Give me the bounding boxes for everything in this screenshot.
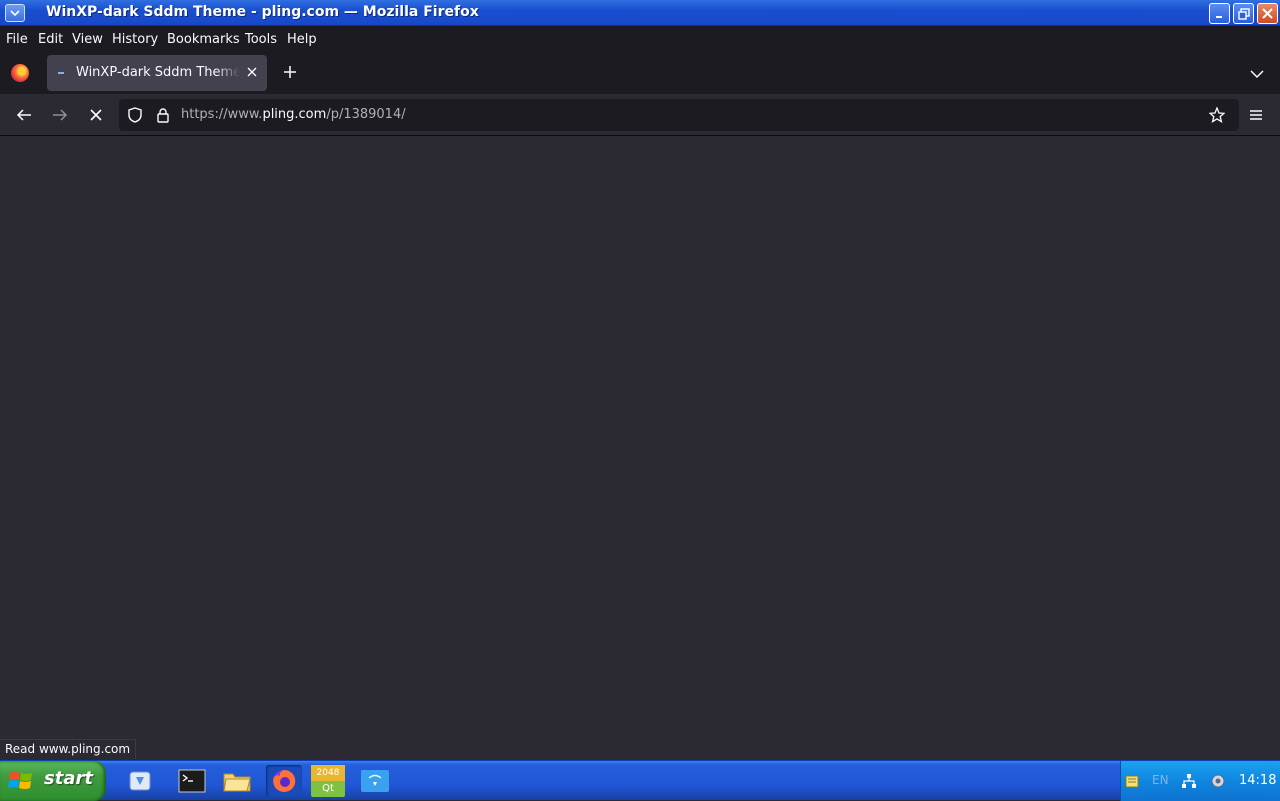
hamburger-icon <box>1250 110 1262 120</box>
menu-view[interactable]: View <box>72 32 103 47</box>
2048-qt-top-text: 2048 <box>311 765 345 781</box>
notes-icon <box>1125 775 1139 788</box>
start-button[interactable]: start <box>0 761 106 801</box>
taskbar-folder[interactable] <box>219 765 255 797</box>
url-path: /p/1389014/ <box>326 107 406 122</box>
firefox-icon <box>273 769 296 792</box>
app-menu-button[interactable] <box>1244 103 1268 127</box>
taskbar-2048-qt[interactable]: 2048 Qt <box>311 765 345 797</box>
tray-volume-button[interactable] <box>1209 772 1227 790</box>
clock[interactable]: 14:18 <box>1239 773 1276 788</box>
chevron-down-icon <box>10 10 20 17</box>
menu-file[interactable]: File <box>6 32 28 47</box>
chevron-down-icon <box>1250 70 1264 79</box>
menu-edit[interactable]: Edit <box>38 32 63 47</box>
close-icon <box>247 67 257 77</box>
minimize-button[interactable] <box>1209 3 1230 24</box>
close-icon <box>1262 8 1273 19</box>
tab-label: WinXP-dark Sddm Theme - pling.com <box>76 65 240 80</box>
menu-bar: File Edit View History Bookmarks Tools H… <box>0 26 1280 52</box>
volume-icon <box>1211 774 1225 788</box>
taskbar: start 2048 Qt EN 14:18 <box>0 760 1280 801</box>
menu-history[interactable]: History <box>112 32 158 47</box>
terminal-icon <box>178 769 206 793</box>
minimize-icon <box>1215 15 1222 18</box>
back-button[interactable] <box>12 103 36 127</box>
navigation-toolbar: https://www.pling.com/p/1389014/ <box>0 94 1280 136</box>
menu-help[interactable]: Help <box>287 32 317 47</box>
tab-active[interactable]: WinXP-dark Sddm Theme - pling.com <box>47 55 267 91</box>
close-button[interactable] <box>1257 3 1278 24</box>
tracking-protection-button[interactable] <box>127 107 143 123</box>
tab-close-button[interactable] <box>243 63 261 81</box>
taskbar-firefox[interactable] <box>266 765 302 797</box>
network-icon <box>1182 774 1196 788</box>
keyboard-layout-indicator[interactable]: EN <box>1152 773 1169 787</box>
url-prefix: https://www. <box>181 107 263 122</box>
restore-icon <box>1237 7 1250 20</box>
firefox-view-icon[interactable] <box>11 64 29 82</box>
site-security-button[interactable] <box>155 107 171 123</box>
2048-qt-bottom-text: Qt <box>322 783 334 794</box>
url-text[interactable]: https://www.pling.com/p/1389014/ <box>181 107 406 122</box>
stop-button[interactable] <box>84 103 108 127</box>
tab-favicon-icon <box>58 72 64 74</box>
tray-notes-button[interactable] <box>1123 772 1141 790</box>
forward-button[interactable] <box>48 103 72 127</box>
taskbar-remote-app[interactable] <box>357 765 393 797</box>
tray-network-button[interactable] <box>1180 772 1198 790</box>
url-bar[interactable]: https://www.pling.com/p/1389014/ <box>119 99 1239 131</box>
page-content[interactable] <box>0 137 1280 760</box>
lock-icon <box>157 107 169 123</box>
shield-icon <box>128 107 142 123</box>
new-tab-button[interactable] <box>280 63 300 83</box>
start-label: start <box>44 768 93 789</box>
arrow-left-icon <box>16 109 31 121</box>
remote-desktop-icon <box>361 770 389 792</box>
taskbar-terminal[interactable] <box>174 765 210 797</box>
list-all-tabs-button[interactable] <box>1250 64 1270 82</box>
url-host: pling.com <box>262 107 327 122</box>
file-manager-icon <box>129 771 151 791</box>
menu-tools[interactable]: Tools <box>245 32 277 47</box>
maximize-button[interactable] <box>1233 3 1254 24</box>
system-tray: EN 14:18 <box>1120 761 1280 801</box>
stop-x-icon <box>90 109 102 121</box>
tab-strip: WinXP-dark Sddm Theme - pling.com <box>0 52 1280 94</box>
plus-icon <box>284 66 296 78</box>
arrow-right-icon <box>53 109 68 121</box>
window-menu-button[interactable] <box>5 4 25 22</box>
bookmark-button[interactable] <box>1205 103 1229 127</box>
taskbar-file-manager[interactable] <box>122 765 158 797</box>
folder-icon <box>223 773 251 792</box>
menu-bookmarks[interactable]: Bookmarks <box>167 32 240 47</box>
window-title: WinXP-dark Sddm Theme - pling.com — Mozi… <box>46 4 479 20</box>
windows-logo-icon <box>8 772 32 789</box>
window-titlebar[interactable]: WinXP-dark Sddm Theme - pling.com — Mozi… <box>0 0 1280 26</box>
star-icon <box>1209 107 1225 123</box>
status-panel: Read www.pling.com <box>0 739 137 759</box>
